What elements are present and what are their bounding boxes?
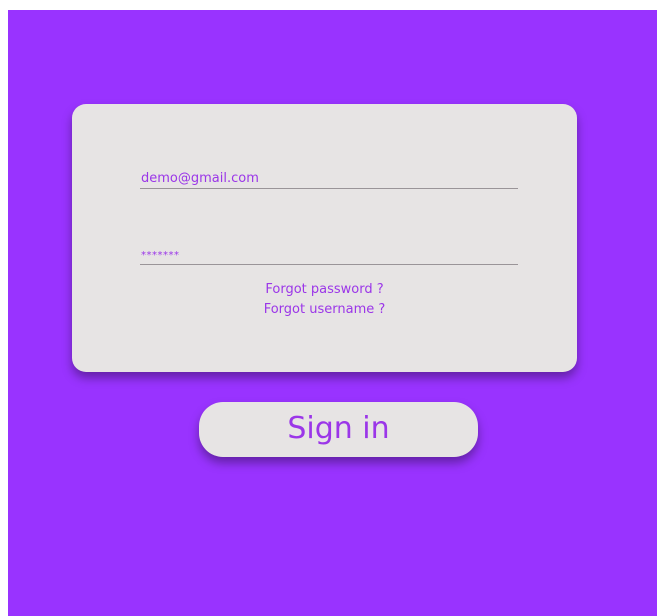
password-field[interactable]: ******* bbox=[140, 246, 518, 265]
forgot-password-link[interactable]: Forgot password ? bbox=[72, 280, 577, 300]
login-card: demo@gmail.com ******* Forgot password ?… bbox=[72, 104, 577, 372]
login-screen: demo@gmail.com ******* Forgot password ?… bbox=[8, 10, 657, 616]
email-field[interactable]: demo@gmail.com bbox=[140, 171, 518, 189]
sign-in-button[interactable]: Sign in bbox=[199, 402, 478, 457]
forgot-username-link[interactable]: Forgot username ? bbox=[72, 300, 577, 320]
forgot-links: Forgot password ? Forgot username ? bbox=[72, 280, 577, 320]
